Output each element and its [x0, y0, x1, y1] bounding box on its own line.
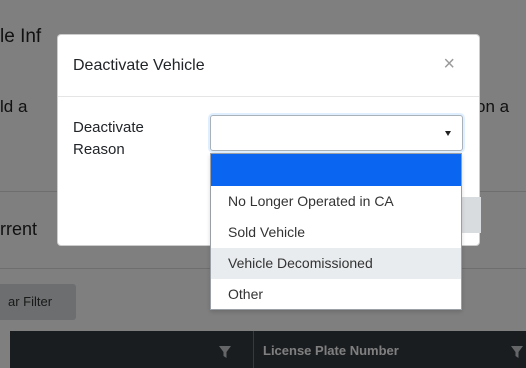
modal-title: Deactivate Vehicle: [73, 57, 205, 74]
modal-header: Deactivate Vehicle ×: [58, 35, 479, 97]
deactivate-reason-select[interactable]: [210, 115, 463, 151]
option-no-longer-operated[interactable]: No Longer Operated in CA: [211, 186, 461, 217]
option-other[interactable]: Other: [211, 279, 461, 310]
option-vehicle-decomissioned[interactable]: Vehicle Decomissioned: [211, 248, 461, 279]
modal-action-button[interactable]: [460, 197, 481, 233]
close-icon[interactable]: ×: [443, 52, 455, 76]
option-blank[interactable]: [211, 154, 461, 186]
caret-down-icon: [445, 131, 451, 136]
deactivate-reason-options: No Longer Operated in CA Sold Vehicle Ve…: [210, 153, 462, 310]
option-sold-vehicle[interactable]: Sold Vehicle: [211, 217, 461, 248]
deactivate-reason-label: Deactivate Reason: [73, 119, 144, 158]
